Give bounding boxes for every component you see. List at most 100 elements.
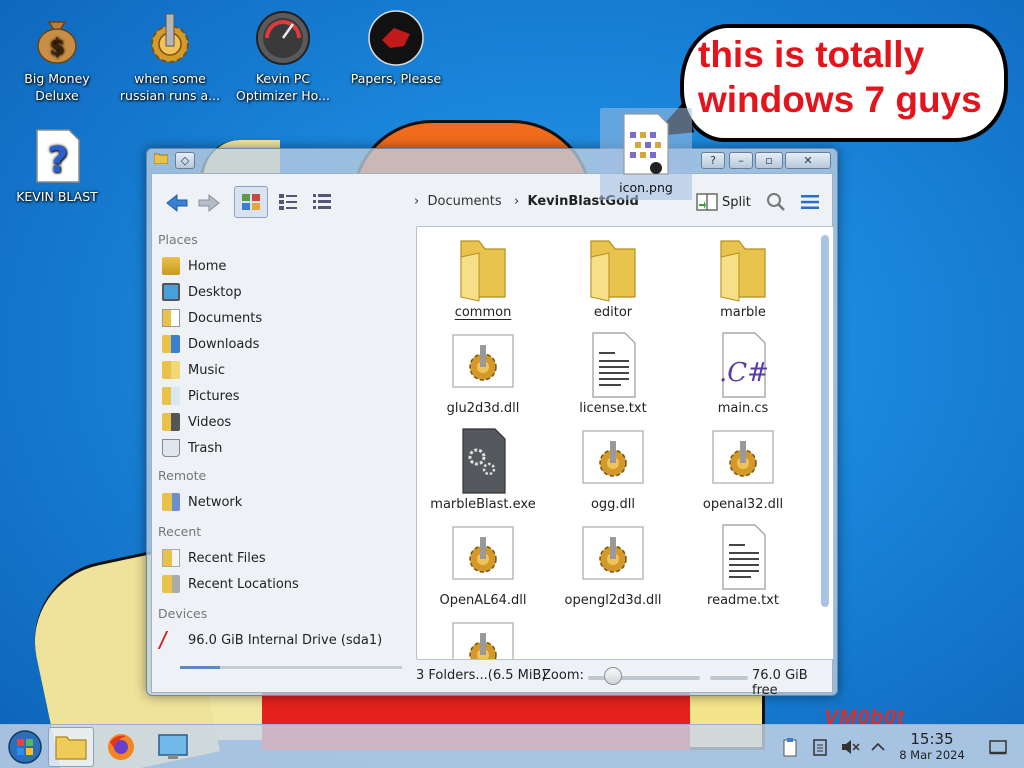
places-item-recent-files[interactable]: Recent Files: [162, 546, 402, 570]
compact-view-button[interactable]: [272, 186, 304, 218]
file-item-label: editor: [593, 305, 633, 320]
file-item-label: common: [454, 305, 512, 320]
clock-date: 8 Mar 2024: [899, 748, 965, 762]
file-item-glu2d3d-dll[interactable]: glu2d3d.dll: [419, 331, 547, 417]
dll-file-icon: [451, 331, 515, 399]
gear-icon: [151, 13, 189, 63]
file-item-readme-txt[interactable]: readme.txt: [679, 523, 807, 609]
back-button[interactable]: [162, 190, 192, 216]
window-titlebar[interactable]: ◇ ? – ▫ ✕: [147, 149, 837, 171]
places-item-videos[interactable]: Videos: [162, 410, 402, 434]
place-label: Music: [188, 362, 225, 378]
taskbar-firefox[interactable]: [98, 727, 144, 767]
file-item-partial[interactable]: [419, 619, 547, 659]
file-item-openal32-dll[interactable]: openal32.dll: [679, 427, 807, 513]
desktop-icon-kevin-pc-optimizer[interactable]: Kevin PC Optimizer Ho...: [231, 10, 335, 104]
place-label: Documents: [188, 310, 263, 326]
taskbar-file-manager[interactable]: [48, 727, 94, 767]
recent-locations-icon: [162, 575, 180, 593]
clock[interactable]: 15:35 8 Mar 2024: [890, 731, 974, 763]
folder-file-icon: [581, 235, 645, 303]
window-menu-icon[interactable]: [152, 152, 169, 169]
png-file-icon: [623, 113, 669, 175]
tray-expand-icon[interactable]: [868, 737, 888, 757]
window-content: › Documents › KevinBlastGold Split Place…: [151, 173, 834, 698]
desktop-icon-label: Big Money Deluxe: [24, 71, 90, 103]
search-button[interactable]: [762, 188, 790, 216]
documents-folder-icon: [162, 309, 180, 327]
show-desktop-icon[interactable]: [988, 737, 1008, 757]
folder-icon: [55, 736, 87, 760]
minimize-button[interactable]: –: [729, 152, 753, 169]
clipboard-icon[interactable]: [780, 737, 800, 757]
file-item-main-cs[interactable]: .C# main.cs: [679, 331, 807, 417]
pictures-folder-icon: [162, 387, 180, 405]
file-manager-window[interactable]: ◇ ? – ▫ ✕ › Documents › KevinBlastGold S…: [146, 148, 838, 698]
place-label: Recent Files: [188, 550, 266, 566]
breadcrumb-separator: ›: [505, 194, 524, 209]
places-item-trash[interactable]: Trash: [162, 436, 402, 460]
desktop-icon-kevin-blast[interactable]: ? KEVIN BLAST: [5, 128, 109, 205]
places-item-documents[interactable]: Documents: [162, 306, 402, 330]
places-item-music[interactable]: Music: [162, 358, 402, 382]
file-view[interactable]: common editor marble glu2d3d.dll license.txt…: [416, 226, 834, 660]
close-button[interactable]: ✕: [785, 152, 831, 169]
desktop-icon-big-money-deluxe[interactable]: $ Big Money Deluxe: [5, 10, 109, 104]
details-view-button[interactable]: [306, 186, 338, 218]
file-item-openal64-dll[interactable]: OpenAL64.dll: [419, 523, 547, 609]
details-view-icon: [313, 194, 331, 209]
dll-file-icon: [451, 523, 515, 591]
file-view-scrollbar[interactable]: [821, 235, 829, 607]
places-item-recent-locations[interactable]: Recent Locations: [162, 572, 402, 596]
maximize-button[interactable]: ▫: [755, 152, 783, 169]
places-item-pictures[interactable]: Pictures: [162, 384, 402, 408]
dragged-file[interactable]: icon.png: [600, 108, 692, 200]
toolbar: › Documents › KevinBlastGold Split: [152, 174, 832, 230]
money-bag-icon: $: [37, 21, 77, 64]
file-item-label: marble: [720, 305, 766, 320]
help-button[interactable]: ?: [701, 152, 725, 169]
desktop-icon-russian[interactable]: when some russian runs a...: [118, 10, 222, 104]
dragged-file-label: icon.png: [619, 180, 673, 195]
file-item-label: openal32.dll: [702, 497, 784, 512]
drive-icon: [157, 631, 185, 649]
free-space-bar: [710, 676, 748, 680]
file-item-license-txt[interactable]: license.txt: [549, 331, 677, 417]
place-label: Home: [188, 258, 227, 274]
section-remote: Remote: [158, 468, 207, 483]
desktop-icon-papers-please[interactable]: Papers, Please: [344, 10, 448, 87]
places-item-downloads[interactable]: Downloads: [162, 332, 402, 356]
breadcrumb-documents[interactable]: Documents: [427, 194, 501, 209]
places-item-network[interactable]: Network: [162, 490, 402, 514]
svg-text:.C#: .C#: [719, 358, 769, 388]
file-item-opengl2d3d-dll[interactable]: opengl2d3d.dll: [549, 523, 677, 609]
dll-file-icon: [581, 427, 645, 495]
keep-above-button[interactable]: ◇: [175, 152, 195, 169]
places-item-desktop[interactable]: Desktop: [162, 280, 402, 304]
hamburger-menu-button[interactable]: [796, 188, 824, 216]
forward-button[interactable]: [194, 190, 224, 216]
section-recent: Recent: [158, 524, 202, 539]
network-folder-icon: [162, 493, 180, 511]
split-button[interactable]: Split: [696, 188, 754, 216]
taskbar-system-monitor[interactable]: [150, 727, 196, 767]
volume-muted-icon[interactable]: [840, 737, 860, 757]
start-button[interactable]: [2, 727, 48, 767]
icons-view-button[interactable]: [234, 186, 268, 218]
recent-files-icon: [162, 549, 180, 567]
file-item-label: main.cs: [717, 401, 769, 416]
icons-view-icon: [242, 194, 260, 210]
places-item-internal-drive[interactable]: 96.0 GiB Internal Drive (sda1): [157, 628, 402, 652]
file-item-editor[interactable]: editor: [549, 235, 677, 321]
place-label: 96.0 GiB Internal Drive (sda1): [188, 632, 383, 648]
file-item-ogg-dll[interactable]: ogg.dll: [549, 427, 677, 513]
file-item-marbleblast-exe[interactable]: marbleBlast.exe: [419, 427, 547, 513]
gauge-icon: [256, 11, 310, 65]
speech-bubble-text: this is totally windows 7 guys: [698, 34, 982, 120]
file-item-marble[interactable]: marble: [679, 235, 807, 321]
videos-folder-icon: [162, 413, 180, 431]
zoom-slider-handle[interactable]: [604, 667, 622, 685]
file-item-common[interactable]: common: [419, 235, 547, 321]
notes-icon[interactable]: [810, 737, 830, 757]
places-item-home[interactable]: Home: [162, 254, 402, 278]
